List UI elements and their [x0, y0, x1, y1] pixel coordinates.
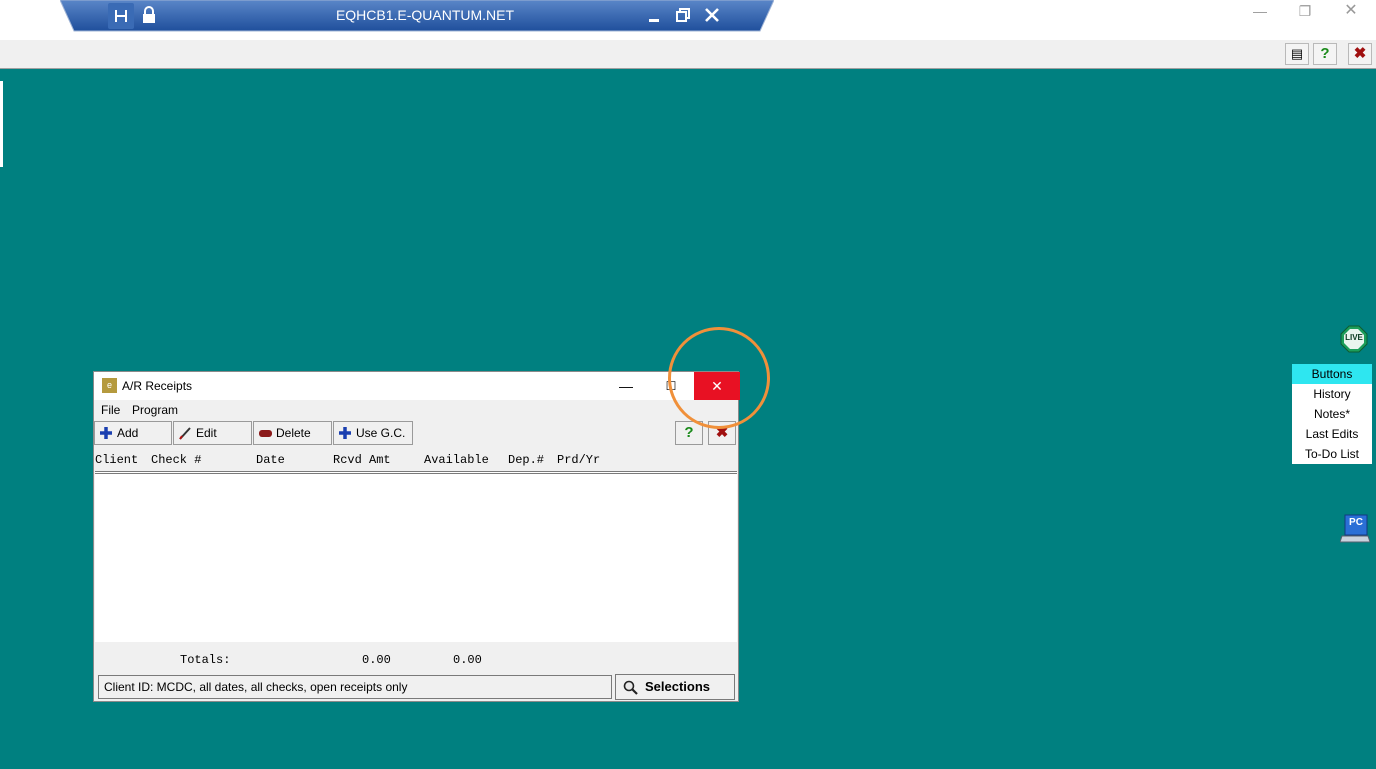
- column-header[interactable]: Client: [95, 453, 138, 467]
- add-label: Add: [117, 426, 139, 440]
- window-close-button[interactable]: ✕: [694, 372, 740, 400]
- restore-icon: [676, 8, 690, 22]
- total-rcvd-amount: 0.00: [362, 653, 391, 667]
- window-title: A/R Receipts: [122, 379, 193, 393]
- ar-receipts-window: e A/R Receipts — ☐ ✕ File Program Add Ed…: [93, 371, 740, 702]
- eraser-icon: [259, 430, 272, 437]
- side-item-buttons[interactable]: Buttons: [1292, 364, 1372, 384]
- help-button[interactable]: ?: [675, 421, 703, 445]
- app-icon: e: [102, 378, 117, 393]
- close-icon[interactable]: ✖: [1348, 43, 1372, 65]
- app-toolbar: ▤ ? ✖: [0, 40, 1376, 69]
- live-badge-text: LIVE: [1345, 333, 1363, 342]
- edit-label: Edit: [196, 426, 217, 440]
- column-header[interactable]: Dep.#: [508, 453, 544, 467]
- host-minimize-button[interactable]: —: [1237, 2, 1283, 20]
- rdp-close-button[interactable]: [701, 4, 723, 26]
- use-gc-button[interactable]: Use G.C.: [333, 421, 413, 445]
- magnifier-icon: [623, 680, 638, 695]
- receipts-list[interactable]: [95, 471, 737, 642]
- help-icon[interactable]: ?: [1313, 43, 1337, 65]
- plus-icon: [339, 427, 351, 439]
- edit-button[interactable]: Edit: [173, 421, 252, 445]
- pin-icon[interactable]: [108, 3, 134, 29]
- selection-criteria-field: Client ID: MCDC, all dates, all checks, …: [98, 675, 612, 699]
- window-title-bar[interactable]: e A/R Receipts — ☐ ✕: [94, 372, 740, 400]
- rdp-title: EQHCB1.E-QUANTUM.NET: [335, 7, 515, 23]
- minimize-icon: [649, 19, 659, 22]
- side-panel: Buttons History Notes* Last Edits To-Do …: [1292, 364, 1372, 464]
- column-header[interactable]: Prd/Yr: [557, 453, 600, 467]
- rdp-restore-button[interactable]: [672, 4, 694, 26]
- rdp-minimize-button[interactable]: [643, 4, 665, 26]
- side-item-last-edits[interactable]: Last Edits: [1292, 424, 1372, 444]
- pc-icon-text: PC: [1349, 517, 1363, 528]
- live-badge: LIVE: [1340, 325, 1368, 353]
- totals-label: Totals:: [180, 653, 231, 667]
- column-header[interactable]: Available: [424, 453, 489, 467]
- document-icon[interactable]: ▤: [1285, 43, 1309, 65]
- use-gc-label: Use G.C.: [356, 426, 406, 440]
- side-item-to-do-list[interactable]: To-Do List: [1292, 444, 1372, 464]
- column-header[interactable]: Date: [256, 453, 285, 467]
- close-icon: [705, 8, 719, 22]
- window-maximize-button[interactable]: ☐: [648, 372, 694, 400]
- delete-label: Delete: [276, 426, 311, 440]
- add-button[interactable]: Add: [94, 421, 172, 445]
- menu-bar: File Program: [94, 400, 738, 420]
- side-item-notes[interactable]: Notes*: [1292, 404, 1372, 424]
- selections-label: Selections: [645, 679, 711, 694]
- toolbar-close-button[interactable]: ✖: [708, 421, 736, 445]
- column-header[interactable]: Check #: [151, 453, 201, 467]
- pc-icon[interactable]: PC: [1339, 514, 1371, 544]
- total-available: 0.00: [453, 653, 482, 667]
- column-header[interactable]: Rcvd Amt: [333, 453, 391, 467]
- plus-icon: [100, 427, 112, 439]
- host-close-button[interactable]: ✕: [1328, 2, 1374, 20]
- host-restore-button[interactable]: ❐: [1282, 2, 1328, 20]
- window-minimize-button[interactable]: —: [603, 372, 649, 400]
- selections-button[interactable]: Selections: [615, 674, 735, 700]
- side-item-history[interactable]: History: [1292, 384, 1372, 404]
- menu-program[interactable]: Program: [132, 403, 178, 417]
- column-header-row: Client Check # Date Rcvd Amt Available D…: [94, 452, 738, 470]
- lock-icon[interactable]: [138, 4, 160, 26]
- delete-button[interactable]: Delete: [253, 421, 332, 445]
- menu-file[interactable]: File: [101, 403, 120, 417]
- rdp-connection-bar: EQHCB1.E-QUANTUM.NET: [60, 0, 774, 32]
- pencil-icon: [179, 427, 191, 440]
- left-edge-panel: [0, 81, 3, 167]
